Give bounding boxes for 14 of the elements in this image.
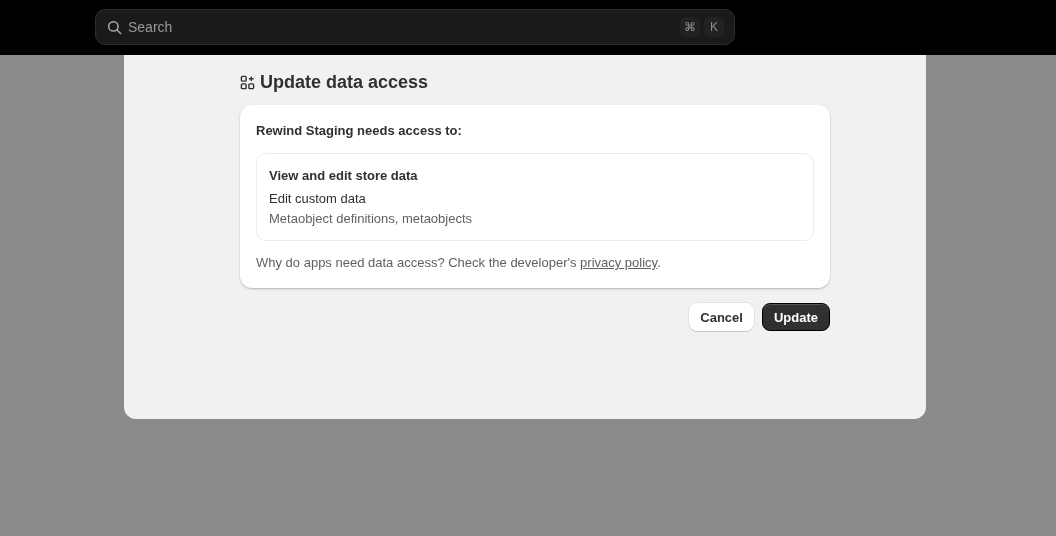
apps-icon — [240, 75, 255, 90]
search-icon — [107, 19, 122, 35]
permission-group: View and edit store data — [269, 168, 801, 183]
search-field[interactable]: Search ⌘ K — [95, 9, 735, 45]
cancel-button[interactable]: Cancel — [689, 303, 754, 331]
privacy-note: Why do apps need data access? Check the developer's privacy policy. — [256, 255, 662, 270]
search-placeholder: Search — [128, 19, 173, 35]
card-heading: Rewind Staging needs access to: — [256, 123, 463, 138]
permission-title: Edit custom data — [269, 191, 367, 206]
permission-detail: Metaobject definitions, metaobjects — [269, 211, 474, 226]
dialog-title: Update data access — [260, 72, 429, 93]
shortcut-key: K — [704, 17, 724, 37]
shortcut-key: ⌘ — [680, 17, 700, 37]
update-button[interactable]: Update — [761, 303, 830, 331]
